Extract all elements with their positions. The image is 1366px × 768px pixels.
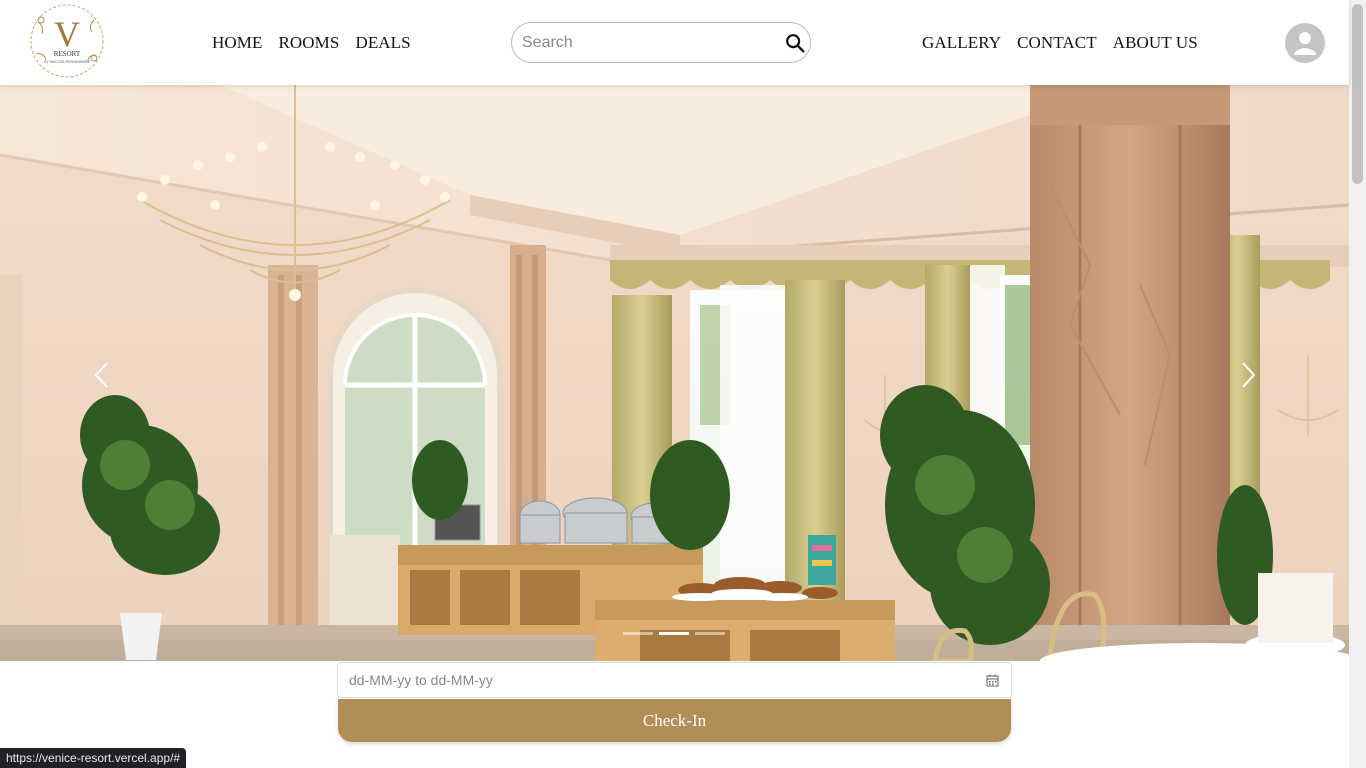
check-in-button[interactable]: Check-In xyxy=(338,699,1011,742)
nav-about-us[interactable]: ABOUT US xyxy=(1113,33,1198,53)
search-icon[interactable] xyxy=(784,32,806,54)
carousel-indicators xyxy=(623,632,725,635)
search-box xyxy=(511,22,811,63)
carousel-indicator-1[interactable] xyxy=(623,632,653,635)
resort-logo[interactable]: V RESORT BY HAKOOB RENNENBARE xyxy=(24,2,110,80)
carousel-indicator-2[interactable] xyxy=(659,632,689,635)
search-input[interactable] xyxy=(522,31,772,55)
chevron-right-icon[interactable] xyxy=(1236,360,1260,390)
chevron-left-icon[interactable] xyxy=(90,360,114,390)
date-range-field xyxy=(337,662,1012,698)
nav-contact[interactable]: CONTACT xyxy=(1017,33,1097,53)
primary-nav: HOME ROOMS DEALS xyxy=(212,33,411,53)
nav-home[interactable]: HOME xyxy=(212,33,262,53)
nav-rooms[interactable]: ROOMS xyxy=(278,33,339,53)
svg-text:V: V xyxy=(54,14,80,54)
page-scrollbar[interactable] xyxy=(1349,0,1366,768)
site-header: V RESORT BY HAKOOB RENNENBARE HOME ROOMS… xyxy=(0,0,1349,85)
user-avatar[interactable] xyxy=(1285,23,1325,63)
svg-text:BY HAKOOB RENNENBARE: BY HAKOOB RENNENBARE xyxy=(44,60,91,64)
secondary-nav: GALLERY CONTACT ABOUT US xyxy=(922,33,1198,53)
status-bar-url: https://venice-resort.vercel.app/# xyxy=(0,748,187,768)
hero-image xyxy=(0,85,1349,661)
nav-deals[interactable]: DEALS xyxy=(355,33,410,53)
hero-carousel xyxy=(0,85,1349,661)
calendar-icon[interactable] xyxy=(986,674,999,687)
nav-gallery[interactable]: GALLERY xyxy=(922,33,1001,53)
carousel-indicator-3[interactable] xyxy=(695,632,725,635)
account-circle-icon xyxy=(1294,32,1316,55)
logo-emblem: V RESORT BY HAKOOB RENNENBARE xyxy=(30,4,104,78)
svg-text:RESORT: RESORT xyxy=(54,50,81,58)
scrollbar-thumb[interactable] xyxy=(1352,4,1363,184)
date-range-input[interactable] xyxy=(349,670,949,690)
